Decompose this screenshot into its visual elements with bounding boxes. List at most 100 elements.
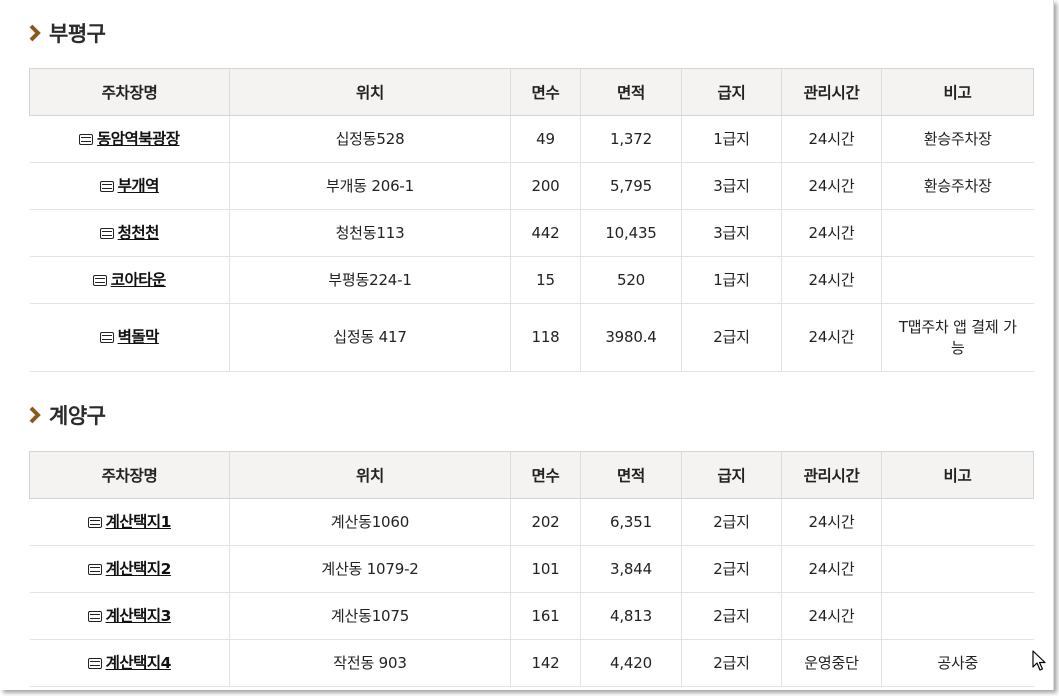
cell-name: 계산택지1	[29, 498, 230, 546]
header-note: 비고	[881, 68, 1034, 116]
cell-grade: 1급지	[681, 256, 782, 304]
cell-location: 계산동1060	[229, 498, 511, 546]
cell-location: 작전동 903	[229, 639, 511, 687]
cell-hours: 24시간	[781, 498, 882, 546]
section-title-gyeyang: 계양구	[28, 400, 106, 430]
table-row: 동암역북광장 십정동528 49 1,372 1급지 24시간 환승주차장	[29, 115, 1034, 163]
cell-hours: 24시간	[781, 303, 882, 372]
cell-hours: 24시간	[781, 545, 882, 593]
cell-hours: 24시간	[781, 256, 882, 304]
parking-link[interactable]: 동암역북광장	[97, 130, 180, 148]
bus-icon	[99, 227, 114, 239]
section-title-text: 계양구	[49, 404, 106, 428]
cell-area: 3,844	[580, 545, 682, 593]
cell-hours: 24시간	[781, 592, 882, 640]
cell-note: 공사중	[881, 639, 1034, 687]
cell-spaces: 118	[510, 303, 581, 372]
parking-link[interactable]: 부개역	[118, 177, 160, 195]
cell-location: 부개동 206-1	[229, 162, 511, 210]
parking-table-gyeyang: 주차장명 위치 면수 면적 급지 관리시간 비고 계산택지1 계산동1060 2…	[29, 451, 1034, 687]
bus-icon	[87, 610, 102, 622]
cell-area: 6,351	[580, 498, 682, 546]
cell-note	[881, 498, 1034, 546]
header-grade: 급지	[681, 68, 782, 116]
cell-area: 10,435	[580, 209, 682, 257]
cell-spaces: 200	[510, 162, 581, 210]
section-title-bupyeong: 부평구	[28, 18, 106, 48]
bus-icon	[87, 657, 102, 669]
cell-area: 4,420	[580, 639, 682, 687]
cell-grade: 2급지	[681, 498, 782, 546]
cell-grade: 2급지	[681, 545, 782, 593]
cell-location: 십정동528	[229, 115, 511, 163]
table-row: 부개역 부개동 206-1 200 5,795 3급지 24시간 환승주차장	[29, 162, 1034, 210]
cell-note: T맵주차 앱 결제 가능	[881, 303, 1034, 372]
table-row: 계산택지2 계산동 1079-2 101 3,844 2급지 24시간	[29, 545, 1034, 593]
cell-hours: 운영중단	[781, 639, 882, 687]
header-hours: 관리시간	[781, 68, 882, 116]
cell-location: 계산동 1079-2	[229, 545, 511, 593]
cell-spaces: 202	[510, 498, 581, 546]
cell-grade: 2급지	[681, 303, 782, 372]
header-grade: 급지	[681, 451, 782, 499]
cell-area: 4,813	[580, 592, 682, 640]
mouse-cursor-icon	[1032, 650, 1046, 671]
cell-name: 동암역북광장	[29, 115, 230, 163]
cell-note	[881, 209, 1034, 257]
parking-link[interactable]: 계산택지3	[106, 607, 172, 625]
parking-link[interactable]: 벽돌막	[118, 328, 160, 346]
cell-hours: 24시간	[781, 115, 882, 163]
cell-spaces: 161	[510, 592, 581, 640]
cell-note	[881, 545, 1034, 593]
cell-name: 코아타운	[29, 256, 230, 304]
cell-grade: 2급지	[681, 592, 782, 640]
parking-link[interactable]: 계산택지4	[106, 654, 172, 672]
bus-icon	[92, 274, 107, 286]
parking-link[interactable]: 코아타운	[111, 271, 167, 289]
cell-spaces: 142	[510, 639, 581, 687]
cell-grade: 1급지	[681, 115, 782, 163]
parking-link[interactable]: 청천천	[118, 224, 160, 242]
cell-name: 부개역	[29, 162, 230, 210]
cell-location: 십정동 417	[229, 303, 511, 372]
cell-grade: 3급지	[681, 209, 782, 257]
table-row: 벽돌막 십정동 417 118 3980.4 2급지 24시간 T맵주차 앱 결…	[29, 303, 1034, 372]
cell-note	[881, 592, 1034, 640]
cell-hours: 24시간	[781, 162, 882, 210]
table-row: 계산택지4 작전동 903 142 4,420 2급지 운영중단 공사중	[29, 639, 1034, 687]
cell-location: 계산동1075	[229, 592, 511, 640]
cell-note	[881, 256, 1034, 304]
header-spaces: 면수	[510, 451, 581, 499]
header-location: 위치	[229, 68, 511, 116]
header-location: 위치	[229, 451, 511, 499]
cell-spaces: 15	[510, 256, 581, 304]
table-header-row: 주차장명 위치 면수 면적 급지 관리시간 비고	[29, 68, 1034, 116]
bus-icon	[78, 133, 93, 145]
cell-spaces: 49	[510, 115, 581, 163]
table-row: 코아타운 부평동224-1 15 520 1급지 24시간	[29, 256, 1034, 304]
cell-name: 벽돌막	[29, 303, 230, 372]
header-spaces: 면수	[510, 68, 581, 116]
bus-icon	[87, 516, 102, 528]
cell-name: 청천천	[29, 209, 230, 257]
header-note: 비고	[881, 451, 1034, 499]
cell-spaces: 442	[510, 209, 581, 257]
header-name: 주차장명	[29, 451, 230, 499]
header-area: 면적	[580, 451, 682, 499]
parking-link[interactable]: 계산택지1	[106, 513, 172, 531]
chevron-right-icon	[29, 24, 41, 42]
cell-location: 청천동113	[229, 209, 511, 257]
cell-spaces: 101	[510, 545, 581, 593]
cell-note: 환승주차장	[881, 162, 1034, 210]
cell-area: 3980.4	[580, 303, 682, 372]
cell-location: 부평동224-1	[229, 256, 511, 304]
parking-link[interactable]: 계산택지2	[106, 560, 172, 578]
bus-icon	[99, 180, 114, 192]
cell-area: 520	[580, 256, 682, 304]
table-header-row: 주차장명 위치 면수 면적 급지 관리시간 비고	[29, 451, 1034, 499]
cell-hours: 24시간	[781, 209, 882, 257]
cell-grade: 3급지	[681, 162, 782, 210]
cell-name: 계산택지2	[29, 545, 230, 593]
cell-area: 5,795	[580, 162, 682, 210]
table-row: 청천천 청천동113 442 10,435 3급지 24시간	[29, 209, 1034, 257]
